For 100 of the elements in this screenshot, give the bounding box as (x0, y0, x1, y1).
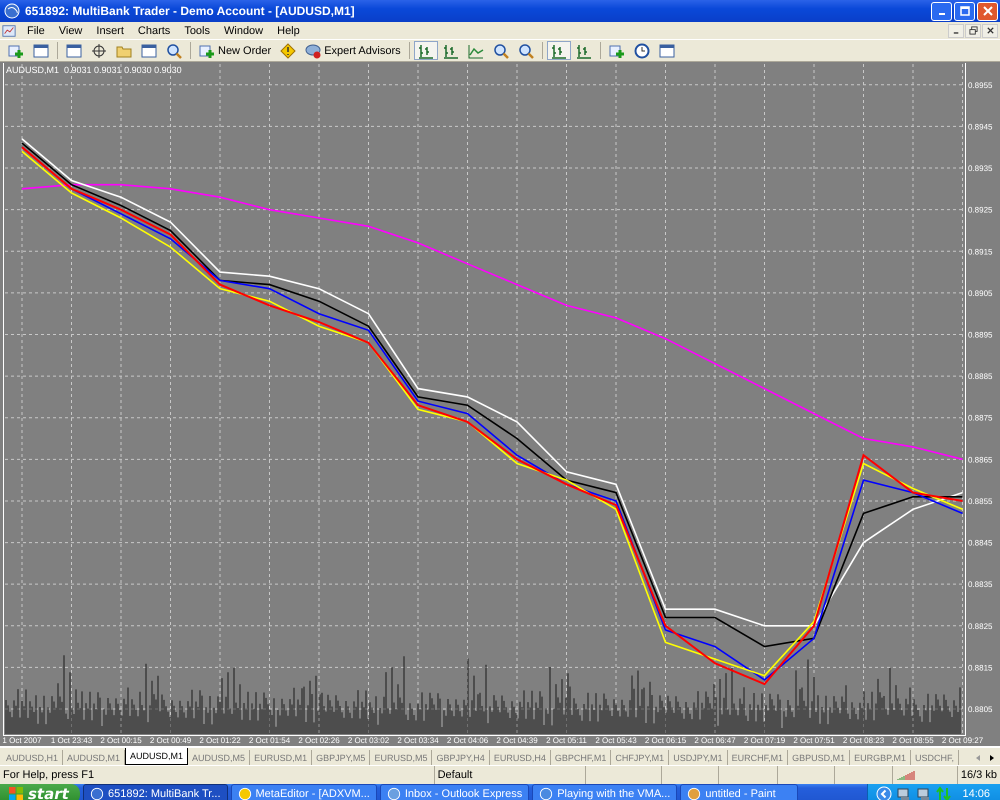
start-button[interactable]: start (0, 784, 80, 800)
price-axis-label: 0.8855 (968, 496, 992, 506)
time-axis-label: 2 Oct 05:11 (546, 736, 587, 745)
menu-item[interactable]: Help (270, 24, 307, 36)
chart-tab[interactable]: GBPJPY,H4 (432, 750, 490, 765)
maximize-button[interactable] (954, 2, 975, 20)
add-icon (199, 42, 215, 58)
app-icon (90, 787, 104, 800)
menu-item[interactable]: Tools (177, 24, 217, 36)
magnifier-icon (166, 42, 182, 58)
time-axis-label: 2 Oct 08:55 (892, 736, 934, 745)
app-icon (687, 787, 702, 800)
bar-chart-icon (442, 42, 459, 58)
chart-tab[interactable]: AUDUSD,M5 (188, 750, 250, 765)
time-axis-label: 2 Oct 03:34 (397, 736, 439, 745)
taskbar-button[interactable]: Playing with the VMA... (532, 784, 678, 800)
price-axis-label: 0.8895 (968, 330, 992, 340)
price-axis-label: 0.8915 (968, 247, 992, 256)
toolbar-button[interactable] (546, 41, 571, 60)
price-axis-label: 0.8935 (968, 164, 992, 174)
crosshair-icon (91, 42, 107, 58)
add-icon (608, 42, 625, 58)
chart-tab[interactable]: EURCHF,M1 (728, 750, 788, 765)
bar-chart-icon (576, 42, 592, 58)
chart-tab[interactable]: CHFJPY,M1 (611, 750, 670, 765)
window-icon (658, 42, 675, 58)
time-axis-label: 2 Oct 09:27 (942, 736, 984, 745)
price-axis-label: 0.8905 (968, 288, 992, 298)
traffic-counter: 16/3 kb (960, 768, 998, 783)
window-title: 651892: MultiBank Trader - Demo Account - [AUDUSD,M1] (25, 4, 356, 18)
restore-icon (968, 26, 978, 35)
toolbar-button[interactable]: Expert Advisors (301, 41, 405, 60)
app-icon (386, 787, 401, 800)
clock-icon (634, 42, 650, 58)
chart-window-icon (2, 24, 16, 38)
bar-chart-icon (550, 42, 567, 58)
time-axis-label: 2 Oct 00:49 (150, 736, 192, 745)
price-axis-label: 0.8945 (968, 122, 992, 132)
toolbar-button[interactable] (414, 41, 438, 60)
maximize-icon (960, 6, 970, 16)
restore-button[interactable] (965, 24, 981, 38)
magnifier-icon (518, 42, 534, 58)
taskbar-button[interactable]: 651892: MultiBank Tr... (83, 784, 228, 800)
chart-tab[interactable]: GBPUSD,M1 (788, 750, 850, 765)
time-axis-label: 2 Oct 01:54 (248, 736, 290, 745)
menu-item[interactable]: Window (217, 24, 270, 36)
minimize-icon (938, 13, 944, 15)
price-axis-label: 0.8865 (968, 455, 992, 464)
time-axis-label: 2 Oct 06:15 (644, 736, 686, 745)
clock: 14:06 (962, 788, 990, 800)
warning-diamond-icon (280, 42, 296, 58)
magnifier-icon (492, 42, 509, 58)
time-axis-label: 2 Oct 02:26 (298, 736, 340, 745)
price-axis-label: 0.8885 (968, 372, 992, 382)
close-icon (982, 6, 992, 16)
chart-tab[interactable]: GBPJPY,M5 (312, 750, 370, 765)
chart-tab[interactable]: EURUSD,M5 (370, 750, 432, 765)
time-axis-label: 2 Oct 00:15 (100, 736, 142, 745)
window-icon (141, 42, 157, 58)
price-axis-label: 0.8835 (968, 580, 992, 590)
chart-tab[interactable]: EURUSD,H4 (490, 750, 551, 765)
menu-item[interactable]: View (52, 24, 90, 36)
time-axis-label: 2 Oct 08:23 (842, 736, 884, 745)
scroll-right-icon[interactable] (988, 754, 996, 762)
chart-tab[interactable]: AUDUSD,H1 (2, 750, 64, 765)
time-axis-label: 2 Oct 04:39 (496, 736, 538, 745)
time-axis-label: 2 Oct 07:19 (744, 736, 786, 745)
taskbar-button[interactable]: Inbox - Outlook Express (380, 784, 530, 800)
time-axis-label: 2 Oct 07:51 (793, 736, 835, 745)
price-axis-label: 0.8875 (968, 414, 992, 423)
price-axis-label: 0.8845 (968, 538, 992, 548)
menu-item[interactable]: Charts (130, 24, 178, 36)
bar-chart-icon (418, 42, 434, 58)
taskbar-button[interactable]: MetaEditor - [ADXVM... (230, 784, 377, 800)
price-axis-label: 0.8805 (968, 705, 992, 714)
toolbar-button[interactable]: New Order (195, 41, 276, 60)
time-axis-label: 2 Oct 04:06 (446, 736, 488, 745)
chart-tab[interactable]: EURUSD,M1 (250, 750, 312, 765)
close-button[interactable] (982, 24, 998, 38)
chevron-icon[interactable] (876, 786, 892, 800)
app-icon (539, 787, 554, 800)
chart-tab[interactable]: EURGBP,M1 (850, 750, 911, 765)
time-axis-label: 2 Oct 05:43 (595, 736, 637, 745)
time-axis-label: 2 Oct 03:02 (348, 736, 390, 745)
close-icon (986, 26, 994, 35)
chart-tab[interactable]: AUDUSD,M1 (125, 748, 188, 765)
price-axis-label: 0.8815 (968, 663, 992, 672)
time-axis-label: 1 Oct 2007 (2, 736, 42, 745)
price-axis-label: 0.8825 (968, 622, 992, 631)
chart-tab[interactable]: GBPCHF,M1 (550, 750, 612, 765)
window-icon (33, 42, 49, 58)
menu-item[interactable]: File (20, 24, 52, 36)
chart-tab[interactable]: USDCHF, (910, 750, 959, 765)
chart-tab[interactable]: USDJPY,M1 (669, 750, 728, 765)
price-axis-label: 0.8955 (968, 80, 992, 90)
line-chart-icon (468, 42, 484, 58)
windows-flag-icon (8, 786, 24, 800)
taskbar-button[interactable]: untitled - Paint (680, 784, 798, 800)
window-icon (66, 42, 82, 58)
menu-item[interactable]: Insert (89, 24, 131, 36)
